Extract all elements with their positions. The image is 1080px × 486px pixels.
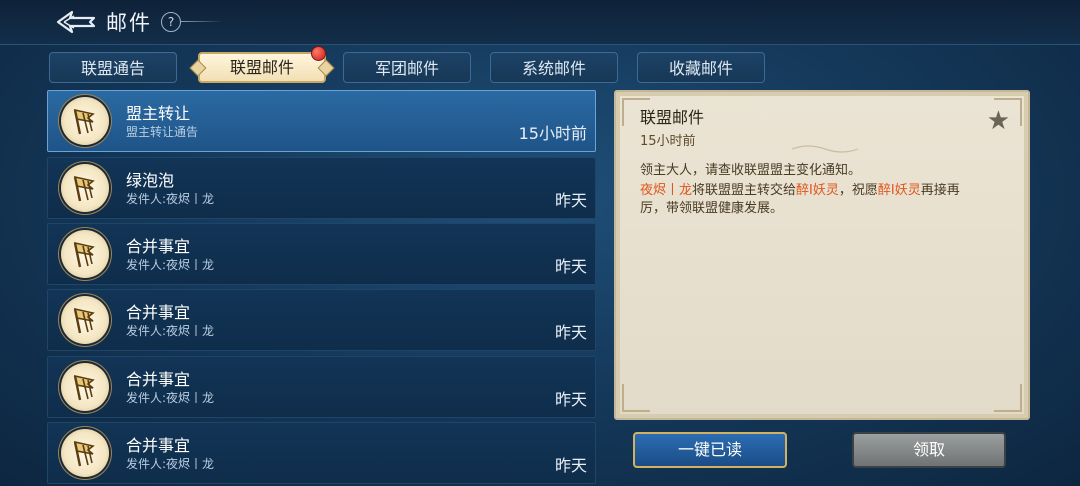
mail-subject: 合并事宜 [126, 303, 191, 322]
detail-text: 将联盟盟主转交给 [692, 183, 797, 198]
mail-subject: 合并事宜 [126, 237, 191, 256]
sender-name: 夜烬丨龙 [640, 183, 693, 198]
unread-badge [311, 46, 326, 61]
mail-item[interactable]: 合并事宜 发件人:夜烬丨龙 昨天 [47, 223, 596, 285]
tab-legion-mail[interactable]: 军团邮件 [343, 52, 471, 83]
help-icon[interactable]: ? [161, 12, 181, 32]
flag-icon [61, 230, 109, 278]
mail-time: 昨天 [554, 456, 587, 475]
tab-system-mail[interactable]: 系统邮件 [490, 52, 618, 83]
flag-icon [61, 429, 109, 477]
mail-sender: 发件人:夜烬丨龙 [126, 391, 215, 405]
divider [181, 21, 223, 22]
detail-time: 15小时前 [640, 134, 696, 149]
detail-title: 联盟邮件 [640, 108, 705, 127]
tab-alliance-notice[interactable]: 联盟通告 [49, 52, 177, 83]
mail-item[interactable]: 合并事宜 发件人:夜烬丨龙 昨天 [47, 289, 596, 351]
detail-text: ，祝愿 [838, 183, 878, 198]
read-all-button[interactable]: 一键已读 [633, 432, 787, 468]
mail-sender: 发件人:夜烬丨龙 [126, 324, 215, 338]
back-arrow-icon[interactable] [54, 8, 98, 36]
flag-icon [61, 296, 109, 344]
mail-time: 15小时前 [518, 124, 587, 143]
mail-sender: 发件人:夜烬丨龙 [126, 258, 215, 272]
flag-icon [61, 363, 109, 411]
mail-sender: 发件人:夜烬丨龙 [126, 192, 215, 206]
mail-subject: 合并事宜 [126, 370, 191, 389]
mail-subject: 绿泡泡 [126, 171, 175, 190]
favorite-star-icon[interactable]: ★ [987, 106, 1010, 136]
top-bar: 邮件 ? [0, 0, 1080, 45]
mail-sender: 盟主转让通告 [126, 125, 199, 139]
receiver-name: 醉I妖灵 [877, 183, 921, 198]
mail-time: 昨天 [554, 390, 587, 409]
mail-time: 昨天 [554, 257, 587, 276]
tab-alliance-mail[interactable]: 联盟邮件 [198, 52, 326, 83]
flag-icon [61, 97, 109, 145]
mail-time: 昨天 [554, 323, 587, 342]
mail-time: 昨天 [554, 191, 587, 210]
mail-sender: 发件人:夜烬丨龙 [126, 457, 215, 471]
flag-icon [61, 164, 109, 212]
tab-favorite-mail[interactable]: 收藏邮件 [637, 52, 765, 83]
corner-ornament [622, 384, 650, 412]
mail-detail-panel: 联盟邮件 15小时前 ★ 领主大人，请查收联盟盟主变化通知。 夜烬丨龙将联盟盟主… [614, 90, 1030, 420]
divider-ornament [791, 145, 859, 153]
mail-item[interactable]: 盟主转让 盟主转让通告 15小时前 [47, 90, 596, 152]
mail-subject: 盟主转让 [126, 104, 191, 123]
mail-item[interactable]: 绿泡泡 发件人:夜烬丨龙 昨天 [47, 157, 596, 219]
claim-button[interactable]: 领取 [852, 432, 1006, 468]
corner-ornament [994, 384, 1022, 412]
detail-line: 夜烬丨龙将联盟盟主转交给醉I妖灵，祝愿醉I妖灵再接再 [640, 179, 968, 198]
mail-item[interactable]: 合并事宜 发件人:夜烬丨龙 昨天 [47, 356, 596, 418]
detail-line: 厉，带领联盟健康发展。 [640, 201, 784, 216]
receiver-name: 醉I妖灵 [796, 183, 839, 198]
detail-line: 领主大人，请查收联盟盟主变化通知。 [640, 163, 862, 178]
page-title: 邮件 [106, 11, 152, 35]
mail-subject: 合并事宜 [126, 436, 191, 455]
mail-item[interactable]: 合并事宜 发件人:夜烬丨龙 昨天 [47, 422, 596, 484]
detail-text: 再接再 [920, 183, 960, 198]
